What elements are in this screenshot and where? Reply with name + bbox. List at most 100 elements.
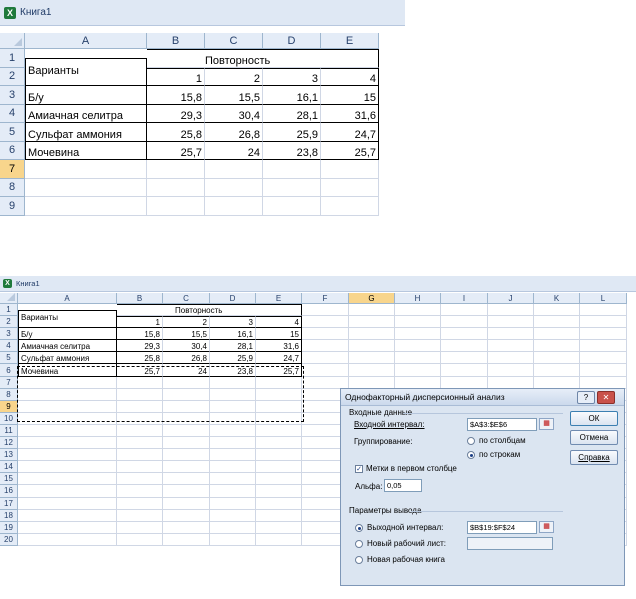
row-header-1[interactable]: 1	[0, 49, 25, 68]
empty-cell[interactable]	[395, 352, 441, 365]
row-header-9[interactable]: 9	[0, 197, 25, 216]
row-header-6[interactable]: 6	[0, 141, 25, 160]
cell-b4[interactable]: 29,3	[117, 340, 163, 353]
empty-cell[interactable]	[210, 424, 256, 438]
column-header-h[interactable]: H	[395, 293, 441, 304]
empty-cell[interactable]	[163, 473, 210, 486]
empty-cell[interactable]	[580, 376, 627, 389]
cell-e4[interactable]: 31,6	[321, 104, 379, 123]
empty-cell[interactable]	[25, 160, 147, 179]
empty-cell[interactable]	[263, 197, 321, 216]
empty-cell[interactable]	[256, 497, 302, 510]
cell-c6[interactable]: 24	[163, 364, 210, 377]
empty-cell[interactable]	[117, 509, 163, 522]
row-header-2[interactable]: 2	[0, 67, 25, 86]
cell-b1[interactable]: Повторность	[147, 49, 270, 68]
new-sheet-label[interactable]: Новый рабочий лист:	[367, 539, 446, 548]
row-header-9[interactable]: 9	[0, 400, 18, 413]
cell-e5[interactable]: 24,7	[321, 123, 379, 142]
empty-cell[interactable]	[163, 533, 210, 546]
ok-button[interactable]: ОК	[570, 411, 618, 426]
empty-cell[interactable]	[18, 509, 117, 522]
row-header-15[interactable]: 15	[0, 473, 18, 486]
row-header-3[interactable]: 3	[0, 86, 25, 105]
empty-cell[interactable]	[18, 473, 117, 486]
new-workbook-radio[interactable]	[355, 556, 363, 564]
cell-b6[interactable]: 25,7	[117, 364, 163, 377]
empty-cell[interactable]	[488, 364, 534, 377]
row-header-12[interactable]: 12	[0, 437, 18, 450]
row-header-3[interactable]: 3	[0, 328, 18, 341]
empty-cell[interactable]	[18, 376, 117, 389]
cell-e6[interactable]: 25,7	[321, 141, 379, 160]
row-header-14[interactable]: 14	[0, 461, 18, 474]
empty-cell[interactable]	[534, 352, 580, 365]
column-header-j[interactable]: J	[488, 293, 534, 304]
cell-b2[interactable]: 1	[147, 67, 205, 86]
empty-cell[interactable]	[25, 178, 147, 197]
select-all-corner[interactable]	[0, 33, 25, 49]
empty-cell[interactable]	[163, 497, 210, 510]
empty-cell[interactable]	[395, 376, 441, 389]
group-by-columns-radio[interactable]	[467, 437, 475, 445]
empty-cell[interactable]	[349, 352, 395, 365]
empty-cell[interactable]	[256, 376, 302, 389]
empty-cell[interactable]	[210, 376, 256, 389]
empty-cell[interactable]	[580, 316, 627, 329]
column-header-a[interactable]: A	[25, 33, 147, 49]
empty-cell[interactable]	[163, 412, 210, 425]
row-header-6[interactable]: 6	[0, 364, 18, 377]
empty-cell[interactable]	[349, 364, 395, 377]
empty-cell[interactable]	[534, 328, 580, 341]
empty-cell[interactable]	[580, 328, 627, 341]
empty-cell[interactable]	[256, 449, 302, 462]
empty-cell[interactable]	[488, 352, 534, 365]
row-header-13[interactable]: 13	[0, 449, 18, 462]
empty-cell[interactable]	[441, 304, 488, 317]
workbook-title-bar[interactable]: X Книга1	[0, 0, 405, 26]
empty-cell[interactable]	[441, 364, 488, 377]
empty-cell[interactable]	[256, 485, 302, 498]
cell-a4[interactable]: Амиачная селитра	[25, 104, 147, 123]
empty-cell[interactable]	[302, 376, 349, 389]
cell-a3[interactable]: Б/у	[18, 328, 117, 341]
cell-a1[interactable]: Варианты	[18, 310, 117, 323]
empty-cell[interactable]	[117, 485, 163, 498]
row-header-1[interactable]: 1	[0, 304, 18, 317]
empty-cell[interactable]	[210, 497, 256, 510]
empty-cell[interactable]	[349, 304, 395, 317]
cell-d4[interactable]: 28,1	[263, 104, 321, 123]
empty-cell[interactable]	[147, 160, 205, 179]
empty-cell[interactable]	[349, 376, 395, 389]
empty-cell[interactable]	[18, 437, 117, 450]
cell-e3[interactable]: 15	[321, 86, 379, 105]
empty-cell[interactable]	[163, 449, 210, 462]
empty-cell[interactable]	[205, 160, 263, 179]
empty-cell[interactable]	[163, 461, 210, 474]
empty-cell[interactable]	[302, 364, 349, 377]
empty-cell[interactable]	[18, 388, 117, 401]
empty-cell[interactable]	[210, 509, 256, 522]
output-range-label[interactable]: Выходной интервал:	[367, 523, 443, 532]
row-header-17[interactable]: 17	[0, 497, 18, 510]
cell-d2[interactable]: 3	[210, 316, 256, 329]
row-header-4[interactable]: 4	[0, 340, 18, 353]
empty-cell[interactable]	[580, 304, 627, 317]
empty-cell[interactable]	[256, 424, 302, 438]
empty-cell[interactable]	[18, 533, 117, 546]
empty-cell[interactable]	[302, 304, 349, 317]
empty-cell[interactable]	[256, 400, 302, 413]
row-header-2[interactable]: 2	[0, 316, 18, 329]
empty-cell[interactable]	[117, 473, 163, 486]
cell-d5[interactable]: 25,9	[263, 123, 321, 142]
empty-cell[interactable]	[205, 178, 263, 197]
empty-cell[interactable]	[147, 197, 205, 216]
empty-cell[interactable]	[117, 388, 163, 401]
empty-cell[interactable]	[163, 509, 210, 522]
column-header-a[interactable]: A	[18, 293, 117, 304]
row-header-5[interactable]: 5	[0, 352, 18, 365]
cell-a6[interactable]: Мочевина	[18, 364, 117, 377]
column-header-c[interactable]: C	[163, 293, 210, 304]
cell-d3[interactable]: 16,1	[210, 328, 256, 341]
cell-d6[interactable]: 23,8	[210, 364, 256, 377]
